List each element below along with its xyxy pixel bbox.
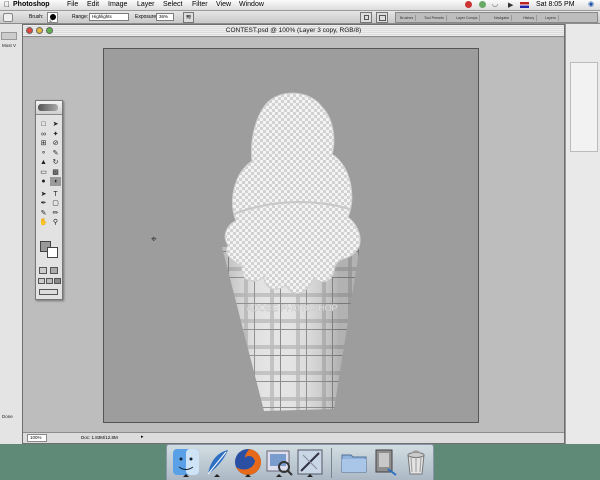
- document-window: CONTEST.psd @ 100% (Layer 3 copy, RGB/8): [22, 24, 565, 444]
- background-color-swatch[interactable]: [47, 247, 58, 258]
- back-button[interactable]: [1, 32, 17, 40]
- document-title: CONTEST.psd @ 100% (Layer 3 copy, RGB/8): [225, 27, 362, 34]
- airbrush-icon[interactable]: ≋: [183, 12, 194, 23]
- menu-view[interactable]: View: [216, 1, 231, 8]
- menu-bar:  Photoshop File Edit Image Layer Select…: [0, 0, 600, 11]
- background-status-text: Done: [2, 414, 13, 419]
- menu-app-name[interactable]: Photoshop: [13, 1, 50, 8]
- trash-icon[interactable]: [401, 447, 431, 477]
- doc-size-info[interactable]: Doc: 1.83M/12.8M: [81, 435, 118, 440]
- dock: [166, 444, 434, 480]
- crosshair-cursor-icon: ⌖: [151, 234, 157, 245]
- status-menu-icon[interactable]: [465, 1, 472, 8]
- path-selection-tool-icon[interactable]: ➤: [38, 190, 49, 199]
- notes-tool-icon[interactable]: ✎: [38, 209, 49, 218]
- range-select[interactable]: Highlights: [89, 13, 129, 21]
- apple-menu-icon[interactable]: : [4, 0, 10, 9]
- tab-layer-comps[interactable]: Layer Comps: [454, 15, 481, 21]
- brush-tool-icon[interactable]: ✎: [50, 149, 61, 158]
- menu-select[interactable]: Select: [163, 1, 182, 8]
- eyedropper-tool-icon[interactable]: ✏: [50, 209, 61, 218]
- feather-icon[interactable]: [202, 447, 232, 477]
- finder-icon[interactable]: [171, 447, 201, 477]
- canvas-area[interactable]: ADOBE PHOTOSHOP ⌖: [23, 38, 564, 433]
- document-status-bar: 100% Doc: 1.83M/12.8M ▸: [23, 432, 564, 443]
- exposure-input[interactable]: 36%: [156, 13, 174, 21]
- document-titlebar[interactable]: CONTEST.psd @ 100% (Layer 3 copy, RGB/8): [23, 25, 564, 37]
- gradient-tool-icon[interactable]: ▩: [50, 168, 61, 177]
- blur-tool-icon[interactable]: ●: [38, 177, 49, 186]
- menu-filter[interactable]: Filter: [192, 1, 208, 8]
- tool-palette-header[interactable]: [36, 101, 62, 115]
- shape-tool-icon[interactable]: ▢: [50, 199, 61, 208]
- brush-size-value: 47: [49, 19, 53, 23]
- tab-history[interactable]: History: [521, 15, 538, 21]
- magic-wand-tool-icon[interactable]: ✦: [50, 130, 61, 139]
- menu-layer[interactable]: Layer: [137, 1, 155, 8]
- tab-navigator[interactable]: Navigator: [492, 15, 513, 21]
- zoom-tool-icon[interactable]: ⚲: [50, 218, 61, 227]
- slice-tool-icon[interactable]: ⊘: [50, 139, 61, 148]
- jump-to-imageready-icon[interactable]: [39, 289, 58, 295]
- menu-file[interactable]: File: [67, 1, 78, 8]
- brush-picker[interactable]: 47: [47, 12, 58, 23]
- flag-input-icon[interactable]: [520, 2, 529, 8]
- tab-brushes[interactable]: Brushes: [398, 15, 417, 21]
- type-tool-icon[interactable]: T: [50, 190, 61, 199]
- lasso-tool-icon[interactable]: ∞: [38, 130, 49, 139]
- background-window-right: [565, 24, 600, 444]
- healing-brush-tool-icon[interactable]: ⚬: [38, 149, 49, 158]
- history-brush-tool-icon[interactable]: ↻: [50, 158, 61, 167]
- background-window-label: Most V: [2, 43, 17, 48]
- file-browser-icon: [364, 15, 369, 20]
- menu-clock[interactable]: Sat 8:05 PM: [536, 1, 575, 8]
- menu-window[interactable]: Window: [239, 1, 264, 8]
- wifi-icon[interactable]: ◡: [492, 0, 498, 8]
- ice-cream-artwork: ADOBE PHOTOSHOP: [222, 92, 361, 411]
- menu-image[interactable]: Image: [108, 1, 127, 8]
- spotlight-icon[interactable]: ◉: [588, 0, 594, 8]
- firefox-icon[interactable]: [233, 447, 263, 477]
- document-icon[interactable]: [370, 447, 400, 477]
- background-panel: [570, 62, 598, 152]
- feather-logo-icon: [38, 104, 58, 111]
- hand-tool-icon[interactable]: ✋: [38, 218, 49, 227]
- standard-mode-icon[interactable]: [39, 267, 47, 274]
- options-bar: Brush: 47 Range: Highlights Exposure: 36…: [0, 11, 600, 24]
- folder-icon[interactable]: [339, 447, 369, 477]
- cone-watermark: ADOBE PHOTOSHOP: [246, 303, 337, 313]
- menu-edit[interactable]: Edit: [87, 1, 99, 8]
- volume-icon[interactable]: ▶: [508, 1, 513, 9]
- sync-icon[interactable]: [479, 1, 486, 8]
- screen-mode-standard-icon[interactable]: [38, 278, 45, 284]
- palette-well: Brushes Tool Presets Layer Comps Navigat…: [395, 12, 598, 23]
- background-window-left: Most V Done: [0, 24, 22, 444]
- dodge-tool-icon[interactable]: ◖: [50, 177, 61, 186]
- quickmask-mode-icon[interactable]: [50, 267, 58, 274]
- screen-mode-full-icon[interactable]: [54, 278, 61, 284]
- tab-tool-presets[interactable]: Tool Presets: [422, 15, 447, 21]
- move-tool-icon[interactable]: ➤: [50, 120, 61, 129]
- range-label: Range:: [72, 14, 89, 20]
- tab-layers[interactable]: Layers: [543, 15, 559, 21]
- palette-toggle-button[interactable]: [376, 12, 388, 23]
- tool-preset-icon[interactable]: [3, 13, 13, 22]
- screen-mode-full-menu-icon[interactable]: [46, 278, 53, 284]
- crop-tool-icon[interactable]: ⊞: [38, 139, 49, 148]
- status-arrow-icon[interactable]: ▸: [141, 434, 144, 440]
- eraser-tool-icon[interactable]: ▭: [38, 168, 49, 177]
- palette-toggle-icon: [379, 15, 386, 21]
- tool-palette: □ ➤ ∞ ✦ ⊞ ⊘ ⚬ ✎ ▲ ↻ ▭ ▩ ● ◖ ➤ T ✒ ▢ ✎ ✏ ✋ ⚲: [35, 100, 63, 300]
- clone-stamp-tool-icon[interactable]: ▲: [38, 158, 49, 167]
- preview-icon[interactable]: [264, 447, 294, 477]
- pen-tool-icon[interactable]: ✒: [38, 199, 49, 208]
- exposure-label: Exposure:: [135, 14, 158, 20]
- image-canvas[interactable]: ADOBE PHOTOSHOP: [103, 48, 479, 423]
- marquee-tool-icon[interactable]: □: [38, 120, 49, 129]
- file-browser-button[interactable]: [360, 12, 372, 23]
- brush-label: Brush:: [29, 14, 44, 20]
- dock-separator: [331, 448, 332, 478]
- zoom-field[interactable]: 100%: [27, 434, 47, 442]
- photoshop-icon[interactable]: [295, 447, 325, 477]
